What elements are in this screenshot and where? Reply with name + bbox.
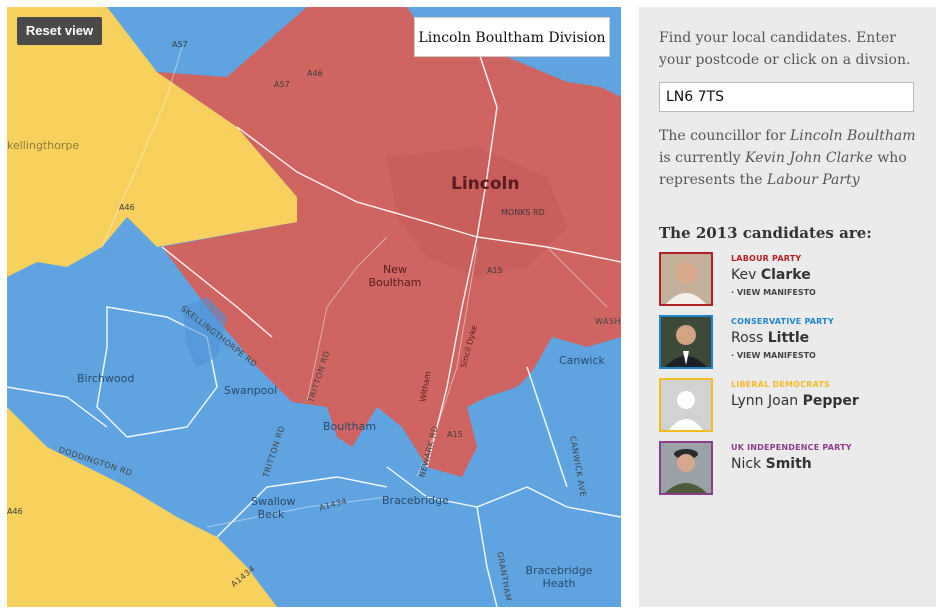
candidate-first-name: Kev [731, 267, 757, 283]
candidate-last-name: Smith [765, 456, 812, 472]
candidate-name: Kev Clarke [731, 267, 811, 283]
intro-text: Find your local candidates. Enter your p… [659, 30, 911, 68]
road-label-a46-top: A46 [307, 69, 323, 78]
place-label-boultham: Boultham [323, 420, 377, 433]
candidate-first-name: Ross [731, 330, 764, 346]
road-label-wash: WASH [595, 317, 621, 326]
councillor-party: Labour Party [767, 172, 860, 188]
place-label-birchwood: Birchwood [77, 372, 135, 385]
candidate-last-name: Clarke [760, 267, 811, 283]
view-manifesto-link[interactable]: · VIEW MANIFESTO [731, 351, 816, 360]
road-label-a15-low: A15 [447, 430, 463, 439]
candidate-card: LIBERAL DEMOCRATS Lynn Joan Pepper [659, 378, 929, 434]
party-label: UK INDEPENDENCE PARTY [731, 443, 852, 452]
councillor-name: Kevin John Clarke [745, 150, 873, 166]
candidate-card: LABOUR PARTY Kev Clarke · VIEW MANIFESTO [659, 252, 929, 308]
candidate-last-name: Little [767, 330, 810, 346]
avatar-silhouette [661, 380, 711, 430]
map-layer[interactable] [7, 7, 621, 607]
candidate-panel: Find your local candidates. Enter your p… [639, 7, 936, 607]
place-label-lincoln: Lincoln [451, 174, 520, 194]
candidate-first-name: Lynn Joan [731, 393, 799, 409]
road-label-monks-rd: MONKS RD [501, 208, 545, 217]
place-label-skellingthorpe: kellingthorpe [7, 139, 80, 152]
road-label-a57: A57 [172, 40, 188, 49]
councillor-mid: is currently [659, 150, 746, 166]
person-silhouette [661, 443, 711, 493]
place-label-bracebridge-heath: Bracebridge Heath [525, 564, 593, 590]
councillor-division: Lincoln Boultham [790, 128, 916, 144]
postcode-input[interactable] [659, 82, 914, 112]
candidate-last-name: Pepper [802, 393, 859, 409]
person-photo [659, 441, 713, 495]
view-manifesto-link[interactable]: · VIEW MANIFESTO [731, 288, 816, 297]
person-photo [659, 252, 713, 306]
party-label: LABOUR PARTY [731, 254, 802, 263]
road-label-a46-bottom: A46 [7, 507, 23, 516]
person-silhouette [661, 254, 711, 304]
place-label-swanpool: Swanpool [224, 384, 278, 397]
candidate-name: Lynn Joan Pepper [731, 393, 859, 409]
councillor-pre: The councillor for [659, 128, 790, 144]
place-label-swallow-beck: Swallow Beck [251, 495, 296, 521]
candidate-card: CONSERVATIVE PARTY Ross Little · VIEW MA… [659, 315, 929, 371]
person-silhouette [661, 317, 711, 367]
place-label-new-boultham: New Boultham [368, 263, 422, 289]
councillor-text: The councillor for Lincoln Boultham is c… [659, 125, 924, 191]
candidate-first-name: Nick [731, 456, 762, 472]
division-name-box: Lincoln Boultham Division [414, 17, 610, 57]
candidate-card: UK INDEPENDENCE PARTY Nick Smith [659, 441, 929, 497]
road-label-a46-left: A46 [119, 203, 135, 212]
candidates-heading: The 2013 candidates are: [659, 224, 872, 242]
place-label-canwick: Canwick [559, 354, 605, 367]
reset-view-button[interactable]: Reset view [17, 17, 102, 45]
party-label: CONSERVATIVE PARTY [731, 317, 834, 326]
placeholder-avatar-icon [659, 378, 713, 432]
road-label-a15-mid: A15 [487, 266, 503, 275]
road-label-a57-left: A57 [274, 80, 290, 89]
person-photo [659, 315, 713, 369]
candidate-name: Nick Smith [731, 456, 812, 472]
place-label-bracebridge: Bracebridge [382, 494, 449, 507]
party-label: LIBERAL DEMOCRATS [731, 380, 830, 389]
division-map[interactable]: A57 A46 A57 A46 kellingthorpe Lincoln MO… [7, 7, 621, 607]
candidate-name: Ross Little [731, 330, 809, 346]
